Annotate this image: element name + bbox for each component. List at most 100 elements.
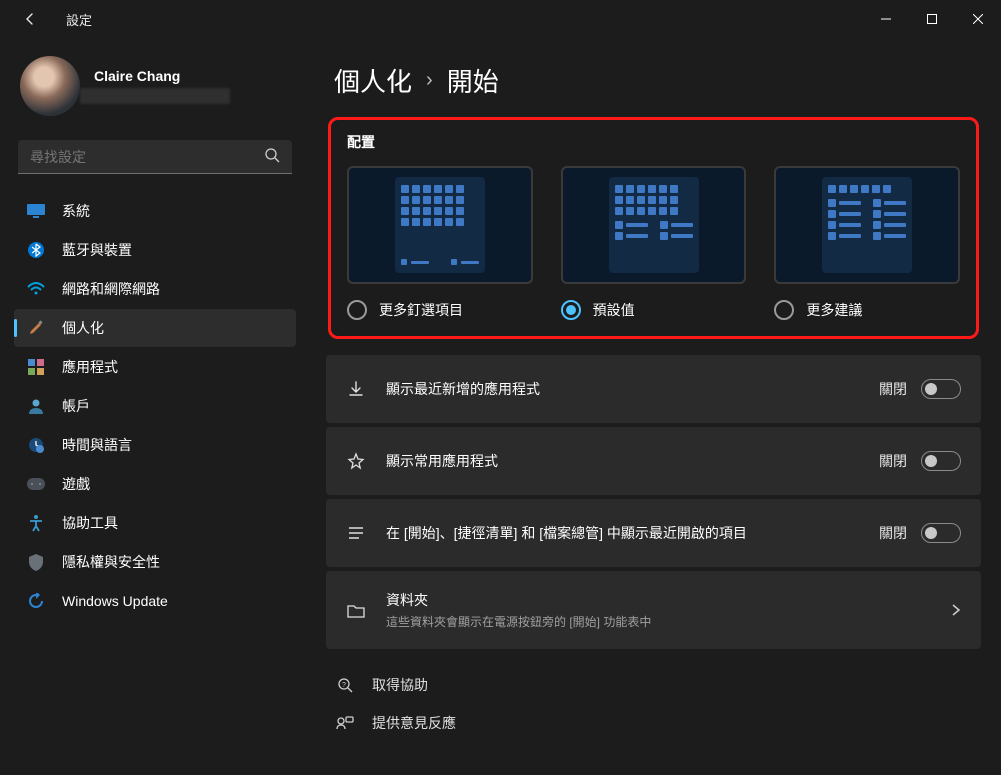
sidebar-item-label: 時間與語言 xyxy=(62,435,132,455)
list-icon xyxy=(346,526,366,540)
titlebar: 設定 xyxy=(0,0,1001,38)
setting-desc: 這些資料夾會顯示在電源按鈕旁的 [開始] 功能表中 xyxy=(386,613,943,630)
sidebar-item-label: 網路和網際網路 xyxy=(62,279,160,299)
radio-icon[interactable] xyxy=(774,300,794,320)
sidebar-item-label: 隱私權與安全性 xyxy=(62,552,160,572)
profile-email-redacted xyxy=(80,88,230,104)
sidebar-item-wifi[interactable]: 網路和網際網路 xyxy=(14,270,296,308)
sidebar-item-time[interactable]: 時間與語言 xyxy=(14,426,296,464)
star-icon xyxy=(346,452,366,470)
breadcrumb-parent[interactable]: 個人化 xyxy=(334,62,412,99)
folder-icon xyxy=(346,603,366,618)
shield-icon xyxy=(26,552,46,572)
sidebar: Claire Chang 系統藍牙與裝置網路和網際網路個人化應用程式帳戶時間與語… xyxy=(0,38,310,775)
setting-row-star[interactable]: 顯示常用應用程式關閉 xyxy=(326,427,981,495)
window-controls xyxy=(863,3,1001,35)
feedback-link[interactable]: 提供意見反應 xyxy=(336,713,981,733)
setting-text: 顯示最近新增的應用程式 xyxy=(386,379,879,399)
update-icon xyxy=(26,591,46,611)
radio-row[interactable]: 預設值 xyxy=(561,300,747,320)
sidebar-item-bluetooth[interactable]: 藍牙與裝置 xyxy=(14,231,296,269)
main-content: 個人化 › 開始 配置 更多釘選項目預設值更多建議 顯示最近新增的應用程式關閉顯… xyxy=(310,38,1001,775)
back-icon[interactable] xyxy=(22,11,42,27)
sidebar-item-monitor[interactable]: 系統 xyxy=(14,192,296,230)
sidebar-item-label: 系統 xyxy=(62,201,90,221)
avatar xyxy=(20,56,80,116)
layout-option-0[interactable]: 更多釘選項目 xyxy=(347,166,533,320)
sidebar-item-label: 協助工具 xyxy=(62,513,118,533)
help-icon: ? xyxy=(336,676,358,694)
setting-row-folder[interactable]: 資料夾這些資料夾會顯示在電源按鈕旁的 [開始] 功能表中 xyxy=(326,571,981,649)
sidebar-item-label: 遊戲 xyxy=(62,474,90,494)
bluetooth-icon xyxy=(26,240,46,260)
breadcrumb-current: 開始 xyxy=(447,62,499,99)
brush-icon xyxy=(26,318,46,338)
setting-text: 在 [開始]、[捷徑清單] 和 [檔案總管] 中顯示最近開啟的項目 xyxy=(386,523,879,543)
radio-row[interactable]: 更多釘選項目 xyxy=(347,300,533,320)
minimize-button[interactable] xyxy=(863,3,909,35)
breadcrumb: 個人化 › 開始 xyxy=(326,62,981,99)
search-box[interactable] xyxy=(18,140,292,174)
toggle-switch[interactable] xyxy=(921,451,961,471)
chevron-right-icon: › xyxy=(426,69,433,92)
monitor-icon xyxy=(26,201,46,221)
sidebar-item-label: 帳戶 xyxy=(62,396,90,416)
settings-rows: 顯示最近新增的應用程式關閉顯示常用應用程式關閉在 [開始]、[捷徑清單] 和 [… xyxy=(326,355,981,649)
sidebar-item-update[interactable]: Windows Update xyxy=(14,582,296,620)
profile[interactable]: Claire Chang xyxy=(12,46,298,134)
layout-option-label: 更多建議 xyxy=(806,300,862,320)
setting-label: 顯示最近新增的應用程式 xyxy=(386,379,879,399)
setting-row-list[interactable]: 在 [開始]、[捷徑清單] 和 [檔案總管] 中顯示最近開啟的項目關閉 xyxy=(326,499,981,567)
layout-option-2[interactable]: 更多建議 xyxy=(774,166,960,320)
sidebar-item-game[interactable]: 遊戲 xyxy=(14,465,296,503)
sidebar-item-brush[interactable]: 個人化 xyxy=(14,309,296,347)
section-title: 配置 xyxy=(347,132,960,152)
time-icon xyxy=(26,435,46,455)
radio-icon[interactable] xyxy=(561,300,581,320)
setting-label: 資料夾 xyxy=(386,590,943,610)
sidebar-item-label: 個人化 xyxy=(62,318,104,338)
apps-icon xyxy=(26,357,46,377)
wifi-icon xyxy=(26,279,46,299)
toggle-state: 關閉 xyxy=(879,451,907,471)
help-link[interactable]: ? 取得協助 xyxy=(336,675,981,695)
search-icon xyxy=(264,147,280,166)
sidebar-item-label: Windows Update xyxy=(62,593,168,609)
feedback-icon xyxy=(336,714,358,732)
radio-icon[interactable] xyxy=(347,300,367,320)
setting-text: 顯示常用應用程式 xyxy=(386,451,879,471)
chevron-right-icon xyxy=(943,603,961,617)
account-icon xyxy=(26,396,46,416)
toggle-switch[interactable] xyxy=(921,379,961,399)
nav-list: 系統藍牙與裝置網路和網際網路個人化應用程式帳戶時間與語言遊戲協助工具隱私權與安全… xyxy=(12,192,298,620)
footer-links: ? 取得協助 提供意見反應 xyxy=(336,675,981,733)
app-title: 設定 xyxy=(66,10,92,29)
download-icon xyxy=(346,380,366,398)
layout-preview xyxy=(561,166,747,284)
sidebar-item-shield[interactable]: 隱私權與安全性 xyxy=(14,543,296,581)
layout-option-1[interactable]: 預設值 xyxy=(561,166,747,320)
layout-preview xyxy=(774,166,960,284)
profile-name: Claire Chang xyxy=(94,68,230,84)
search-input[interactable] xyxy=(30,149,264,165)
layout-preview xyxy=(347,166,533,284)
toggle-switch[interactable] xyxy=(921,523,961,543)
layout-option-label: 預設值 xyxy=(593,300,635,320)
close-button[interactable] xyxy=(955,3,1001,35)
sidebar-item-account[interactable]: 帳戶 xyxy=(14,387,296,425)
accessibility-icon xyxy=(26,513,46,533)
layout-options: 更多釘選項目 預設值 更多建議 xyxy=(347,166,960,320)
setting-text: 資料夾這些資料夾會顯示在電源按鈕旁的 [開始] 功能表中 xyxy=(386,590,943,630)
toggle-state: 關閉 xyxy=(879,379,907,399)
svg-text:?: ? xyxy=(342,682,346,689)
toggle-state: 關閉 xyxy=(879,523,907,543)
maximize-button[interactable] xyxy=(909,3,955,35)
sidebar-item-apps[interactable]: 應用程式 xyxy=(14,348,296,386)
radio-row[interactable]: 更多建議 xyxy=(774,300,960,320)
layout-section-highlight: 配置 更多釘選項目 預設值 更多建議 xyxy=(328,117,979,339)
setting-label: 顯示常用應用程式 xyxy=(386,451,879,471)
layout-option-label: 更多釘選項目 xyxy=(379,300,463,320)
sidebar-item-label: 藍牙與裝置 xyxy=(62,240,132,260)
sidebar-item-accessibility[interactable]: 協助工具 xyxy=(14,504,296,542)
setting-row-download[interactable]: 顯示最近新增的應用程式關閉 xyxy=(326,355,981,423)
